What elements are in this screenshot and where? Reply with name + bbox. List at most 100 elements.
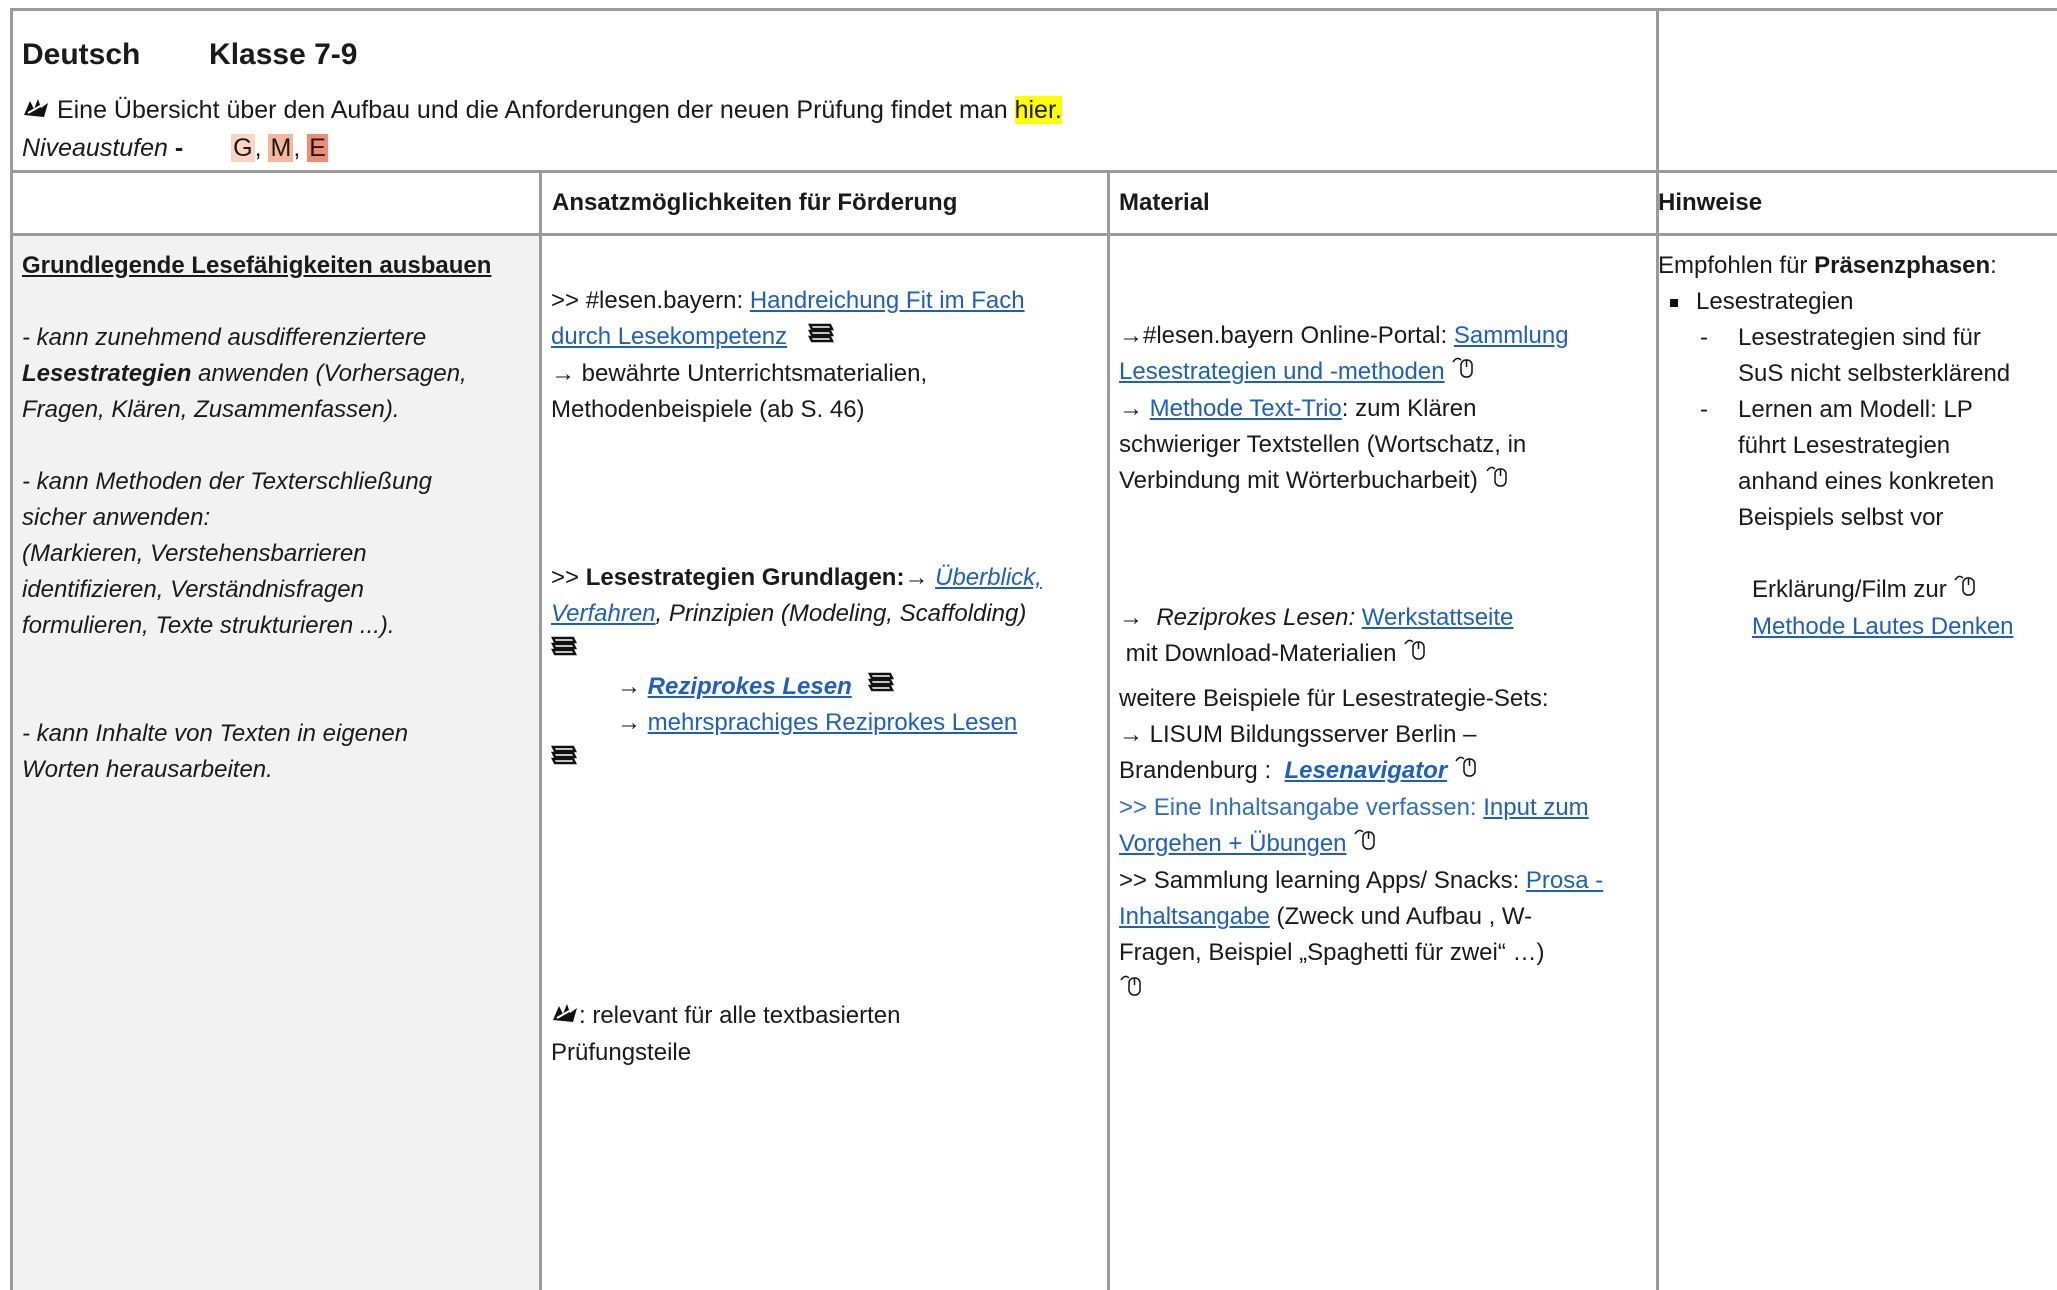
hinweise-text: Erklärung/Film zur <box>1752 576 1947 603</box>
competence-text: formulieren, Texte strukturieren ...). <box>22 612 395 639</box>
hinweise-text: Lesestrategien sind für <box>1738 324 1981 351</box>
hinweise-bold: Präsenzphasen <box>1814 252 1991 279</box>
ansatz-content-3: : relevant für alle textbasierten Prüfun… <box>551 998 1101 1071</box>
exam-star-icon <box>551 999 579 1035</box>
niveau-level-g: G <box>231 134 255 162</box>
books-icon <box>868 669 895 705</box>
table-top-border <box>10 8 2057 11</box>
competence-text: - kann zunehmend ausdifferenziertere <box>22 324 427 351</box>
ansatz-column-border <box>539 170 542 1290</box>
competence-text: - kann Methoden der Texterschließung <box>22 468 433 495</box>
material-text: Verbindung mit Wörterbucharbeit) <box>1119 467 1478 495</box>
books-icon <box>550 633 578 669</box>
hinweise-text: anhand eines konkreten <box>1738 468 1995 495</box>
ansatz-bold: Lesestrategien Grundlagen: <box>585 564 905 591</box>
verfahren-link[interactable]: Verfahren <box>551 600 656 627</box>
material-text: →#lesen.bayern Online-Portal: <box>1119 322 1448 349</box>
hinweise-text: Lesestrategien <box>1696 288 1854 315</box>
intro-text: Eine Übersicht über den Aufbau und die A… <box>56 96 1008 124</box>
hinweise-text: Lernen am Modell: LP <box>1738 396 1973 423</box>
competence-text: anwenden (Vorhersagen, <box>198 360 467 387</box>
hinweise-text: führt Lesestrategien <box>1738 432 1951 459</box>
intro-link[interactable]: hier. <box>1014 96 1062 124</box>
ueberblick-link[interactable]: Überblick, <box>935 564 1042 591</box>
column-header-ansatz: Ansatzmöglichkeiten für Förderung <box>552 189 958 216</box>
niveau-level-m: M <box>268 134 294 162</box>
arrow: → <box>1119 604 1143 631</box>
mouse-icon <box>1403 636 1427 673</box>
input-link[interactable]: Input zum <box>1483 794 1588 821</box>
ansatz-text: >> #lesen.bayern: <box>551 287 744 314</box>
hinweise-text: SuS nicht selbsterklärend <box>1738 360 2011 387</box>
mouse-icon <box>1485 463 1509 500</box>
page-title: Deutsch Klasse 7-9 <box>22 38 357 72</box>
sammlung-link-cont[interactable]: Lesestrategien und -methoden <box>1119 358 1445 385</box>
header-row-border <box>10 170 2057 173</box>
werkstattseite-link[interactable]: Werkstattseite <box>1362 604 1514 631</box>
material-text: (Zweck und Aufbau , W- <box>1276 903 1533 931</box>
handreichung-link[interactable]: Handreichung Fit im Fach <box>750 287 1025 314</box>
material-text: → LISUM Bildungsserver Berlin – <box>1119 721 1477 749</box>
material-text: Fragen, Beispiel „Spaghetti für zwei“ …) <box>1119 939 1545 967</box>
text-trio-link[interactable]: Methode Text-Trio <box>1150 395 1342 422</box>
bullet-square-icon <box>1670 298 1678 307</box>
material-content-2: → Reziprokes Lesen: Werkstattseite mit D… <box>1119 600 1654 1009</box>
handreichung-link-cont[interactable]: durch Lesekompetenz <box>551 323 787 350</box>
mouse-icon <box>1353 826 1377 863</box>
competence-text: sicher anwenden: <box>22 504 211 531</box>
lesenavigator-link[interactable]: Lesenavigator <box>1284 757 1447 784</box>
niveau-dash: - <box>174 134 184 162</box>
input-link-cont[interactable]: Vorgehen + Übungen <box>1119 830 1347 857</box>
material-text: Reziprokes Lesen: <box>1156 604 1356 631</box>
hinweise-content: Empfohlen für Präsenzphasen: Lesestrateg… <box>1658 248 2056 645</box>
competence-text: Worten herausarbeiten. <box>22 756 273 783</box>
ansatz-text: >> <box>551 564 580 591</box>
arrow: → <box>1119 395 1143 423</box>
ansatz-text: : relevant für alle textbasierten <box>579 1002 901 1029</box>
intro-line: Eine Übersicht über den Aufbau und die A… <box>22 92 1062 129</box>
material-text: weitere Beispiele für Lesestrategie-Sets… <box>1119 685 1549 713</box>
reziprokes-lesen-link[interactable]: Reziprokes Lesen <box>648 673 852 700</box>
grade-title: Klasse 7-9 <box>209 38 358 71</box>
hinweise-text: Beispiels selbst vor <box>1738 504 1944 531</box>
arrow: → <box>617 672 641 700</box>
competence-text: - kann Inhalte von Texten in eigenen <box>22 720 409 747</box>
material-column-border <box>1107 170 1110 1290</box>
material-text: mit Download-Materialien <box>1125 640 1397 667</box>
subject-title: Deutsch <box>22 38 141 71</box>
competence-keyword: Lesestrategien <box>22 360 192 387</box>
left-content: Grundlegende Lesefähigkeiten ausbauen - … <box>22 248 532 788</box>
sammlung-link[interactable]: Sammlung <box>1454 322 1569 349</box>
prosa-link-cont[interactable]: Inhaltsangabe <box>1119 903 1270 930</box>
material-text: schwieriger Textstellen (Wortschatz, in <box>1119 431 1527 459</box>
material-content: →#lesen.bayern Online-Portal: Sammlung L… <box>1119 318 1654 500</box>
ansatz-text: Prüfungsteile <box>551 1038 692 1066</box>
material-text: : zum Klären <box>1341 395 1477 423</box>
material-text: >> Eine Inhaltsangabe verfassen: <box>1119 794 1477 822</box>
material-text: Brandenburg : <box>1119 757 1272 785</box>
competence-heading: Grundlegende Lesefähigkeiten ausbauen <box>22 252 492 279</box>
mouse-icon <box>1454 753 1478 790</box>
column-header-hinweise: Hinweise <box>1658 189 1763 216</box>
hinweise-text: Empfohlen für <box>1658 252 1808 279</box>
competence-text: Fragen, Klären, Zusammenfassen). <box>22 396 400 423</box>
prosa-link[interactable]: Prosa - <box>1526 867 1603 894</box>
material-text: >> Sammlung learning Apps/ Snacks: <box>1119 867 1520 895</box>
niveau-label: Niveaustufen <box>22 134 168 162</box>
mehrsprachiges-link[interactable]: mehrsprachiges Reziprokes Lesen <box>648 709 1018 736</box>
exam-star-icon <box>22 93 50 129</box>
competence-text: (Markieren, Verstehensbarrieren <box>22 540 367 567</box>
ansatz-text: , Prinzipien (Modeling, Scaffolding) <box>655 600 1027 627</box>
books-icon <box>807 320 834 356</box>
arrow: → <box>904 564 929 591</box>
arrow: → <box>617 709 641 737</box>
lautes-denken-link[interactable]: Methode Lautes Denken <box>1752 613 2014 640</box>
column-header-material: Material <box>1119 189 1210 216</box>
mouse-icon <box>1451 354 1475 391</box>
competence-text: identifizieren, Verständnisfragen <box>22 576 364 603</box>
hinweise-text: : <box>1990 252 1997 279</box>
books-icon <box>550 742 578 778</box>
ansatz-text: → bewährte Unterrichtsmaterialien, <box>551 359 928 387</box>
ansatz-text: Methodenbeispiele (ab S. 46) <box>551 395 865 423</box>
ansatz-content: >> #lesen.bayern: Handreichung Fit im Fa… <box>551 283 1101 428</box>
